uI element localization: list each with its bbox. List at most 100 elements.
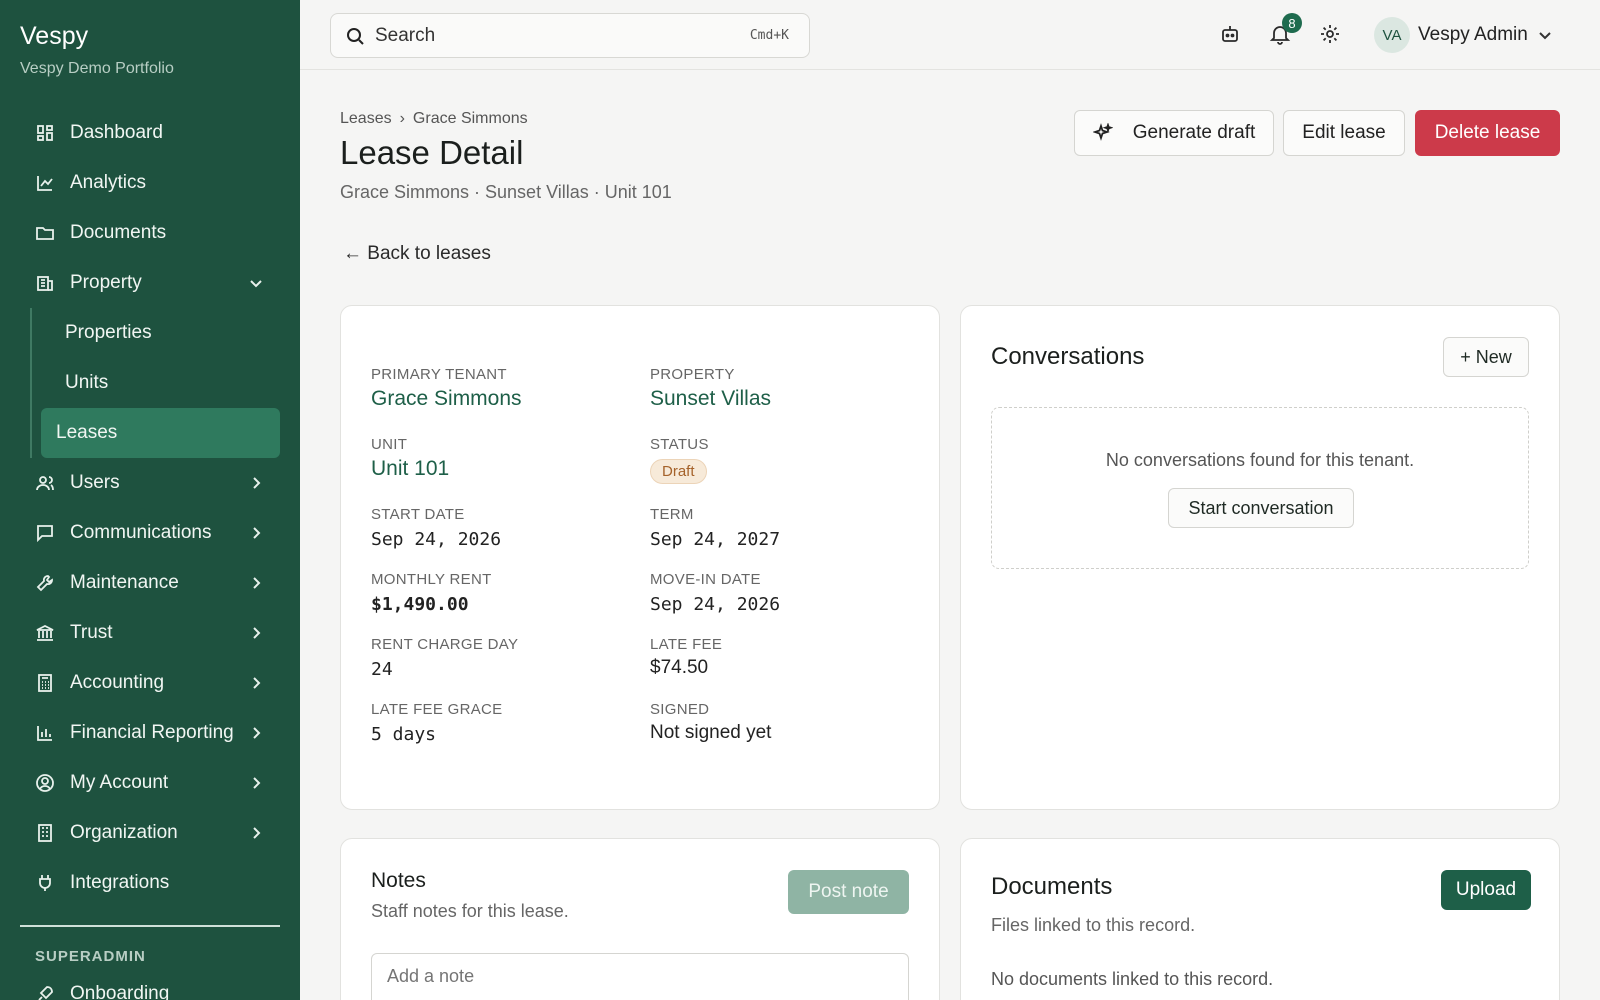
building-icon (35, 273, 55, 293)
user-circle-icon (35, 773, 55, 793)
field-primary-tenant: PRIMARY TENANT Grace Simmons (371, 366, 522, 411)
page-subtitle: Grace Simmons · Sunset Villas · Unit 101 (340, 182, 672, 202)
sidebar-item-onboarding[interactable]: Onboarding (35, 983, 169, 1000)
portfolio-name: Vespy Demo Portfolio (20, 60, 174, 77)
field-rent-charge-day: RENT CHARGE DAY 24 (371, 636, 518, 680)
sidebar-item-units[interactable]: Units (41, 358, 280, 408)
sidebar-section-label: SUPERADMIN (35, 948, 146, 965)
sidebar-item-label: Analytics (70, 172, 147, 193)
sidebar-nav: Dashboard Analytics Documents Property P… (20, 108, 280, 908)
sidebar-item-label: Organization (70, 822, 178, 843)
search-input[interactable]: Search Cmd+K (330, 13, 810, 58)
sidebar-item-analytics[interactable]: Analytics (20, 158, 280, 208)
sidebar-item-integrations[interactable]: Integrations (20, 858, 280, 908)
dashboard-icon (35, 123, 55, 143)
field-label: LATE FEE (650, 636, 723, 653)
chevron-right-icon (248, 725, 264, 741)
note-input[interactable] (371, 953, 909, 1000)
gear-icon[interactable] (1318, 22, 1342, 46)
term-value: Sep 24, 2027 (650, 529, 781, 550)
chevron-right-icon (248, 825, 264, 841)
chevron-down-icon (248, 275, 264, 291)
conversations-card: Conversations + New No conversations fou… (960, 305, 1560, 810)
delete-lease-button[interactable]: Delete lease (1415, 110, 1560, 156)
field-late-fee: LATE FEE $74.50 (650, 636, 722, 679)
calculator-icon (35, 673, 55, 693)
start-conversation-button[interactable]: Start conversation (1168, 488, 1354, 528)
new-conversation-button[interactable]: + New (1443, 337, 1529, 377)
documents-subtitle: Files linked to this record. (991, 915, 1196, 935)
field-start-date: START DATE Sep 24, 2026 (371, 506, 501, 550)
chevron-right-icon (248, 775, 264, 791)
avatar[interactable]: VA (1374, 17, 1410, 53)
conversations-title: Conversations (991, 343, 1145, 370)
upload-button[interactable]: Upload (1441, 870, 1531, 910)
users-icon (35, 473, 55, 493)
sidebar-item-leases[interactable]: Leases (41, 408, 280, 458)
field-term: TERM Sep 24, 2027 (650, 506, 780, 550)
field-label: PROPERTY (650, 366, 735, 383)
sidebar-item-communications[interactable]: Communications (20, 508, 280, 558)
primary-tenant-link[interactable]: Grace Simmons (371, 387, 522, 411)
field-label: UNIT (371, 436, 408, 453)
search-shortcut: Cmd+K (749, 28, 789, 43)
sidebar-item-label: My Account (70, 772, 169, 793)
rocket-icon (38, 986, 53, 1000)
bot-icon[interactable] (1218, 22, 1242, 46)
notes-card: Notes Staff notes for this lease. Post n… (340, 838, 940, 1000)
sidebar-item-label: Dashboard (70, 122, 163, 143)
post-note-button[interactable]: Post note (788, 870, 909, 914)
user-menu-name[interactable]: Vespy Admin (1418, 24, 1528, 46)
sidebar-item-label: Documents (70, 222, 167, 243)
chart-line-icon (35, 173, 55, 193)
sidebar-item-maintenance[interactable]: Maintenance (20, 558, 280, 608)
sidebar-item-financial-reporting[interactable]: Financial Reporting (20, 708, 280, 758)
unit-link[interactable]: Unit 101 (371, 457, 449, 481)
field-label: PRIMARY TENANT (371, 366, 507, 383)
sidebar-item-properties[interactable]: Properties (41, 308, 280, 358)
page-title: Lease Detail (340, 134, 524, 171)
search-placeholder: Search (375, 24, 436, 46)
documents-empty-message: No documents linked to this record. (991, 969, 1274, 989)
back-to-leases-link[interactable]: ← Back to leases (343, 243, 491, 265)
field-property: PROPERTY Sunset Villas (650, 366, 771, 411)
topbar: Search Cmd+K 8 VA Vespy Admin (300, 0, 1600, 70)
sidebar-item-accounting[interactable]: Accounting (20, 658, 280, 708)
folder-icon (35, 223, 55, 243)
chevron-right-icon (248, 575, 264, 591)
sidebar-item-label: Communications (70, 522, 212, 543)
sidebar-item-label: Property (70, 272, 142, 293)
documents-card: Documents Files linked to this record. U… (960, 838, 1560, 1000)
sidebar-item-label: Accounting (70, 672, 165, 693)
generate-draft-label: Generate draft (1132, 122, 1256, 143)
sidebar-item-organization[interactable]: Organization (20, 808, 280, 858)
plug-icon (35, 873, 55, 893)
field-label: START DATE (371, 506, 465, 523)
sidebar-item-documents[interactable]: Documents (20, 208, 280, 258)
notes-subtitle: Staff notes for this lease. (371, 901, 569, 921)
sidebar-item-property[interactable]: Property (20, 258, 280, 308)
property-link[interactable]: Sunset Villas (650, 387, 771, 411)
field-signed: SIGNED Not signed yet (650, 701, 771, 744)
sidebar-item-my-account[interactable]: My Account (20, 758, 280, 808)
generate-draft-button[interactable]: Generate draft (1074, 110, 1274, 156)
office-icon (35, 823, 55, 843)
sidebar-item-dashboard[interactable]: Dashboard (20, 108, 280, 158)
signed-value: Not signed yet (650, 722, 772, 743)
breadcrumb-separator: › (399, 110, 405, 127)
brand-name: Vespy (20, 22, 89, 50)
field-label: LATE FEE GRACE (371, 701, 503, 718)
sidebar-item-users[interactable]: Users (20, 458, 280, 508)
chevron-right-icon (248, 475, 264, 491)
breadcrumb-current: Grace Simmons (412, 110, 528, 127)
move-in-date-value: Sep 24, 2026 (650, 594, 781, 615)
field-label: TERM (650, 506, 694, 523)
breadcrumb-leases[interactable]: Leases (340, 110, 392, 128)
monthly-rent-value: $1,490.00 (371, 594, 469, 615)
chevron-right-icon (248, 525, 264, 541)
property-subnav: Properties Units Leases (30, 308, 280, 458)
chevron-down-icon[interactable] (1536, 26, 1554, 44)
edit-lease-button[interactable]: Edit lease (1283, 110, 1405, 156)
sidebar-item-label: Users (70, 472, 120, 493)
sidebar-item-trust[interactable]: Trust (20, 608, 280, 658)
